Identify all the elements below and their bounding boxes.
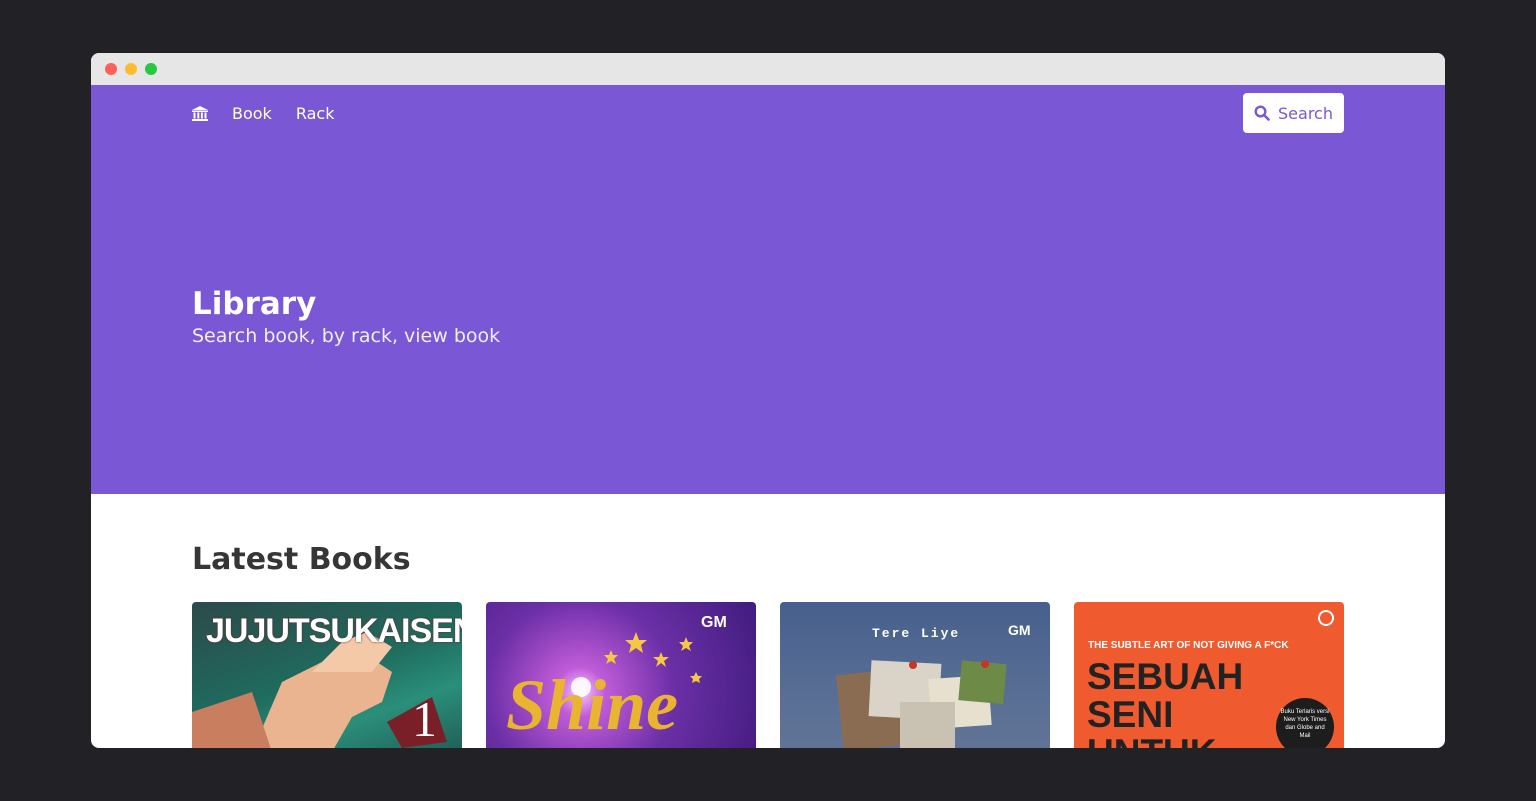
book-cover-title: Shine: [506, 665, 679, 745]
publisher-logo: GM: [1008, 622, 1031, 638]
nav-link-rack[interactable]: Rack: [296, 104, 335, 123]
minimize-window-button[interactable]: [125, 63, 137, 75]
hero-body: Library Search book, by rack, view book: [192, 285, 500, 349]
book-card-jujutsu-kaisen[interactable]: JUJUTSUKAISEN 1: [192, 602, 462, 748]
page-subtitle: Search book, by rack, view book: [192, 325, 501, 347]
book-author: Tere Liye: [872, 626, 961, 641]
navbar: Book Rack Search: [192, 93, 1344, 133]
section-title: Latest Books: [192, 542, 411, 577]
page-title: Library: [192, 286, 317, 322]
search-button-label: Search: [1278, 103, 1333, 123]
latest-books-section: Latest Books JUJUTSUKAISEN 1 GM Shine Te…: [91, 494, 1445, 748]
publisher-logo: GM: [701, 614, 727, 631]
book-card-sebuah-seni[interactable]: THE SUBTLE ART OF NOT GIVING A F*CK SEBU…: [1074, 602, 1344, 748]
hero-section: Book Rack Search Library Search book, by…: [91, 85, 1445, 494]
book-card-shine[interactable]: GM Shine: [486, 602, 756, 748]
close-window-button[interactable]: [105, 63, 117, 75]
search-icon: [1254, 105, 1270, 121]
book-cover-title: SEBUAH SENI UNTUK: [1087, 656, 1244, 749]
bank-icon[interactable]: [192, 105, 208, 121]
book-cover-title: JUJUTSUKAISEN: [206, 612, 462, 650]
browser-window: Book Rack Search Library Search book, by…: [91, 53, 1445, 748]
book-card-tere-liye[interactable]: Tere Liye GM: [780, 602, 1050, 748]
search-button[interactable]: Search: [1243, 93, 1344, 133]
book-grid: JUJUTSUKAISEN 1 GM Shine Tere Liye GM TH…: [192, 602, 1445, 748]
book-volume-number: 1: [412, 691, 437, 747]
publisher-logo-icon: [1318, 610, 1334, 626]
nav-link-book[interactable]: Book: [232, 104, 272, 123]
window-titlebar: [91, 53, 1445, 85]
bestseller-badge: Buku Terlaris versi New York Times dan G…: [1276, 698, 1334, 748]
maximize-window-button[interactable]: [145, 63, 157, 75]
book-cover-subtitle: THE SUBTLE ART OF NOT GIVING A F*CK: [1088, 640, 1289, 651]
